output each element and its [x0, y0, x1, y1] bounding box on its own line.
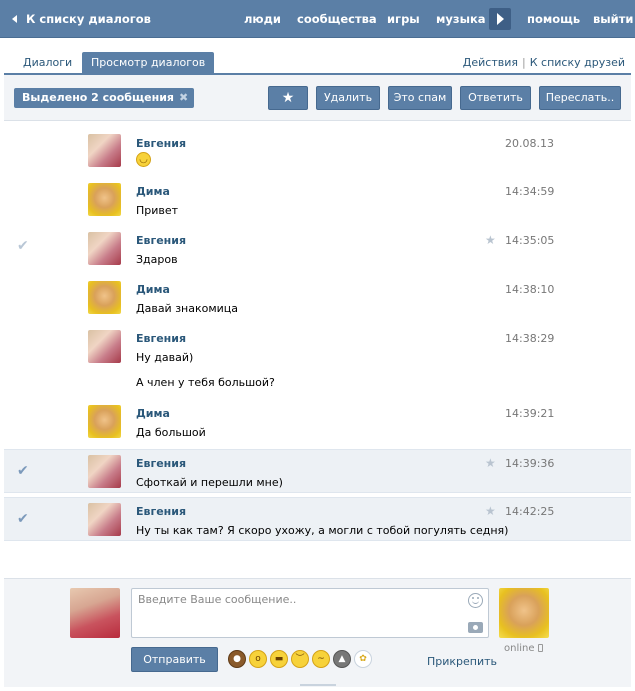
star-icon[interactable]: ★	[485, 456, 496, 470]
message-time[interactable]: 14:39:36	[505, 457, 554, 470]
links-separator: |	[522, 56, 526, 69]
selected-count-badge: Выделено 2 сообщения ✖	[14, 88, 195, 108]
star-icon[interactable]: ★	[485, 233, 496, 247]
smile-emoji-icon: ◡	[136, 152, 151, 167]
avatar[interactable]	[88, 503, 121, 536]
message-list: Евгения ◡ 20.08.13 Дима Привет 14:34:59 …	[4, 122, 631, 578]
play-icon[interactable]	[489, 8, 511, 30]
confused-emoji-icon[interactable]: ~	[312, 650, 330, 668]
send-button[interactable]: Отправить	[131, 647, 218, 672]
message-author[interactable]: Евгения	[136, 234, 186, 247]
my-avatar[interactable]	[70, 588, 120, 638]
tab-dialogs[interactable]: Диалоги	[14, 52, 81, 74]
message-time[interactable]: 14:42:25	[505, 505, 554, 518]
smile-icon[interactable]	[468, 593, 483, 608]
checkmark-icon[interactable]: ✔	[17, 463, 29, 479]
forward-button[interactable]: Переслать..	[539, 86, 621, 110]
message-text: ◡	[136, 152, 151, 167]
reply-button[interactable]: Ответить	[460, 86, 531, 110]
emoji-row: ● o ▬ ︶ ~ ▲ ✿	[228, 650, 372, 668]
message-row[interactable]: Евгения ◡ 20.08.13	[4, 122, 631, 170]
wolf-emoji-icon[interactable]: ▲	[333, 650, 351, 668]
message-time[interactable]: 14:38:29	[505, 332, 554, 345]
arrow-left-icon	[12, 14, 17, 23]
avatar[interactable]	[88, 232, 121, 265]
message-row-selected[interactable]: ✔ Евгения Ну ты как там? Я скоро ухожу, …	[4, 497, 631, 541]
checkmark-icon[interactable]: ✔	[17, 511, 29, 527]
sad-emoji-icon[interactable]: ︶	[291, 650, 309, 668]
avatar[interactable]	[88, 455, 121, 488]
avatar[interactable]	[88, 281, 121, 314]
message-row[interactable]: ✔ Евгения Здаров ★ 14:35:05	[4, 220, 631, 269]
message-text: Да большой	[136, 426, 206, 439]
nav-music[interactable]: музыка	[436, 12, 486, 26]
nav-people[interactable]: люди	[244, 12, 281, 26]
spam-button[interactable]: Это спам	[388, 86, 452, 110]
grin-emoji-icon[interactable]: ▬	[270, 650, 288, 668]
avatar[interactable]	[88, 330, 121, 363]
message-text: Сфоткай и перешли мне)	[136, 476, 283, 489]
action-bar: Выделено 2 сообщения ✖ ★ Удалить Это спам…	[4, 75, 631, 121]
back-to-dialogs-link[interactable]: К списку диалогов	[0, 12, 240, 26]
nav-logout[interactable]: выйти	[593, 12, 633, 26]
attach-link[interactable]: Прикрепить	[427, 655, 497, 668]
favorite-button[interactable]: ★	[268, 86, 308, 110]
star-icon[interactable]: ★	[485, 504, 496, 518]
message-text: А член у тебя большой?	[136, 376, 275, 389]
message-text: Ну ты как там? Я скоро ухожу, а могли с …	[136, 524, 509, 537]
friends-list-link[interactable]: К списку друзей	[530, 56, 625, 69]
message-text: Давай знакомица	[136, 302, 239, 315]
shocked-emoji-icon[interactable]: o	[249, 650, 267, 668]
message-time[interactable]: 20.08.13	[505, 137, 554, 150]
actions-link[interactable]: Действия	[463, 56, 518, 69]
message-row[interactable]: Евгения Ну давай) А член у тебя большой?…	[4, 318, 631, 393]
checkmark-icon[interactable]: ✔	[17, 238, 29, 254]
message-author[interactable]: Евгения	[136, 457, 186, 470]
top-navigation: К списку диалогов люди сообщества игры м…	[0, 0, 635, 38]
bug-emoji-icon[interactable]: ●	[228, 650, 246, 668]
message-time[interactable]: 14:38:10	[505, 283, 554, 296]
nav-help[interactable]: помощь	[527, 12, 580, 26]
message-author[interactable]: Дима	[136, 407, 170, 420]
message-author[interactable]: Дима	[136, 185, 170, 198]
selected-count-label: Выделено 2 сообщения	[22, 91, 174, 104]
message-time[interactable]: 14:39:21	[505, 407, 554, 420]
avatar[interactable]	[88, 183, 121, 216]
message-author[interactable]: Дима	[136, 283, 170, 296]
mobile-icon	[537, 644, 543, 652]
message-input[interactable]: Введите Ваше сообщение..	[131, 588, 489, 638]
star-icon: ★	[281, 90, 295, 106]
message-row[interactable]: Дима Привет 14:34:59	[4, 171, 631, 220]
message-text: Здаров	[136, 253, 178, 266]
resize-handle[interactable]	[300, 684, 336, 686]
message-text: Привет	[136, 204, 179, 217]
tab-links: Действия | К списку друзей	[463, 56, 625, 69]
message-author[interactable]: Евгения	[136, 505, 186, 518]
tabs-bar: Диалоги Просмотр диалогов Действия | К спи…	[4, 38, 631, 74]
tab-view-dialogs[interactable]: Просмотр диалогов	[82, 52, 215, 74]
nav-games[interactable]: игры	[387, 12, 420, 26]
message-row[interactable]: Дима Да большой 14:39:21	[4, 393, 631, 449]
compose-area: Введите Ваше сообщение.. Отправить ● o ▬…	[4, 578, 631, 687]
message-author[interactable]: Евгения	[136, 332, 186, 345]
avatar[interactable]	[88, 405, 121, 438]
message-time[interactable]: 14:34:59	[505, 185, 554, 198]
back-to-dialogs-label: К списку диалогов	[26, 11, 151, 26]
message-time[interactable]: 14:35:05	[505, 234, 554, 247]
avatar[interactable]	[88, 134, 121, 167]
flower-emoji-icon[interactable]: ✿	[354, 650, 372, 668]
online-status: online	[504, 643, 543, 654]
message-input-placeholder: Введите Ваше сообщение..	[138, 593, 297, 606]
message-row-selected[interactable]: ✔ Евгения Сфоткай и перешли мне) ★ 14:39…	[4, 449, 631, 493]
message-author[interactable]: Евгения	[136, 137, 186, 150]
message-text: Ну давай)	[136, 351, 194, 364]
close-icon[interactable]: ✖	[179, 91, 188, 104]
message-row[interactable]: Дима Давай знакомица 14:38:10	[4, 269, 631, 318]
companion-avatar[interactable]	[499, 588, 549, 638]
online-label: online	[504, 643, 535, 654]
nav-communities[interactable]: сообщества	[297, 12, 377, 26]
camera-icon[interactable]	[468, 622, 483, 633]
delete-button[interactable]: Удалить	[316, 86, 380, 110]
